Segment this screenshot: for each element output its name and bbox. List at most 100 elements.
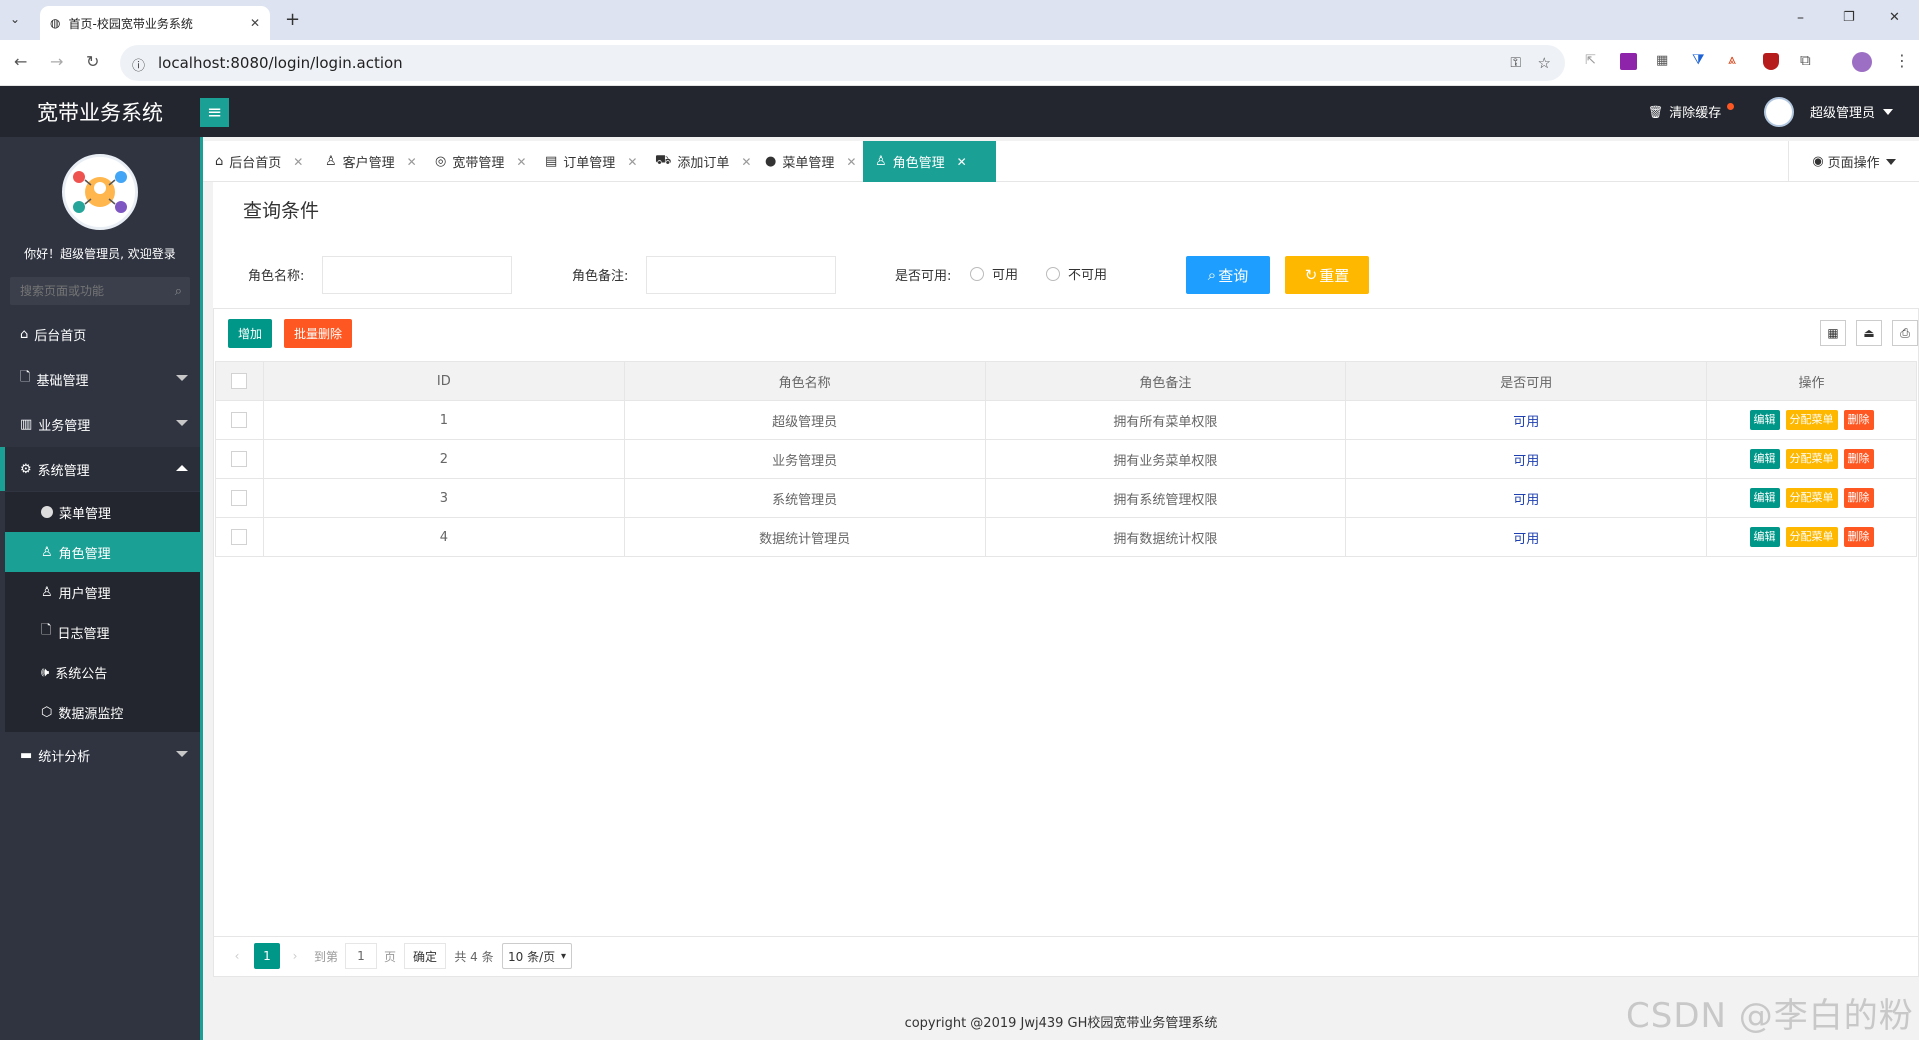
close-icon[interactable]: ✕ <box>627 155 637 169</box>
add-button[interactable]: 增加 <box>228 319 272 348</box>
page-1-button[interactable]: 1 <box>254 943 280 969</box>
columns-filter-icon[interactable]: ▦ <box>1820 320 1846 346</box>
tab-customer[interactable]: ♙ 客户管理 ✕ <box>313 141 429 182</box>
row-checkbox[interactable] <box>231 412 248 428</box>
tab-menu-manage[interactable]: ● 菜单管理 ✕ <box>753 141 868 182</box>
column-header[interactable]: 角色名称 <box>623 361 986 401</box>
goto-confirm-button[interactable]: 确定 <box>404 943 446 969</box>
table-row[interactable]: 4 数据统计管理员 拥有数据统计权限 可用 编辑 分配菜单 删除 <box>215 517 1917 557</box>
sidebar-search-input[interactable] <box>20 284 160 298</box>
batch-delete-button[interactable]: 批量删除 <box>284 319 352 348</box>
menu-toggle-button[interactable]: ≡ <box>200 98 229 127</box>
role-name-input[interactable] <box>322 256 512 294</box>
edit-button[interactable]: 编辑 <box>1749 410 1780 430</box>
sidebar-search[interactable]: ⌕ <box>10 277 190 305</box>
edit-button[interactable]: 编辑 <box>1749 527 1780 547</box>
extensions-puzzle-icon[interactable]: ⧉ <box>1800 53 1811 68</box>
extension-cursor-icon[interactable]: ⇱ <box>1585 54 1596 67</box>
radio-available[interactable]: 可用 <box>970 264 1018 283</box>
assign-menu-button[interactable]: 分配菜单 <box>1785 449 1838 469</box>
delete-button[interactable]: 删除 <box>1843 527 1874 547</box>
browser-menu-icon[interactable]: ⋮ <box>1894 53 1910 69</box>
column-header[interactable]: 是否可用 <box>1345 361 1708 401</box>
sidebar-item-statistics[interactable]: ▬ 统计分析 <box>0 733 200 777</box>
row-checkbox[interactable] <box>231 451 248 467</box>
assign-menu-button[interactable]: 分配菜单 <box>1785 410 1838 430</box>
goto-page-input[interactable]: 1 <box>345 943 377 969</box>
password-key-icon[interactable]: ⚿ <box>1510 55 1521 71</box>
close-icon[interactable]: ✕ <box>407 155 417 169</box>
close-icon[interactable]: ✕ <box>846 155 856 169</box>
column-header[interactable]: 角色备注 <box>984 361 1347 401</box>
role-remark-input[interactable] <box>646 256 836 294</box>
user-avatar[interactable] <box>1764 97 1794 127</box>
sidebar-sub-role-manage[interactable]: ♙ 角色管理 <box>5 532 200 572</box>
edit-button[interactable]: 编辑 <box>1749 488 1780 508</box>
row-checkbox[interactable] <box>231 490 248 506</box>
page-ops-menu[interactable]: ◉ 页面操作 <box>1788 141 1919 182</box>
close-icon[interactable]: ✕ <box>293 155 303 169</box>
page-size-select[interactable]: 10 条/页 ▾ <box>502 943 572 969</box>
export-icon[interactable]: ⏏ <box>1856 320 1882 346</box>
delete-button[interactable]: 删除 <box>1843 410 1874 430</box>
sidebar-item-home[interactable]: ⌂ 后台首页 <box>0 312 200 356</box>
sidebar-sub-user-manage[interactable]: ♙ 用户管理 <box>5 572 200 612</box>
print-icon[interactable]: ⎙ <box>1892 320 1918 346</box>
welcome-text: 你好！超级管理员, 欢迎登录 <box>24 247 176 261</box>
minimize-button[interactable]: – <box>1797 10 1804 26</box>
restore-button[interactable]: ❐ <box>1843 10 1855 25</box>
extension-red-icon[interactable]: ⩓ <box>1728 53 1736 67</box>
column-header[interactable]: ID <box>262 361 625 401</box>
close-icon[interactable]: ✕ <box>741 155 751 169</box>
delete-button[interactable]: 删除 <box>1843 488 1874 508</box>
bookmark-star-icon[interactable]: ☆ <box>1538 54 1551 72</box>
tab-home[interactable]: ⌂ 后台首页 ✕ <box>203 141 315 182</box>
sidebar-item-business[interactable]: ▥ 业务管理 <box>0 402 200 446</box>
extension-rp-icon[interactable] <box>1620 53 1637 70</box>
address-bar[interactable]: ⓘ localhost:8080/login/login.action ⚿ ☆ <box>120 45 1565 81</box>
tab-add-order[interactable]: ⛟ 添加订单 ✕ <box>643 141 763 182</box>
browser-tab[interactable]: ◍ 首页-校园宽带业务系统 ✕ <box>40 6 270 40</box>
reset-button[interactable]: ↻ 重置 <box>1285 256 1369 294</box>
sidebar-sub-menu-manage[interactable]: 菜单管理 <box>5 492 200 532</box>
prev-page-icon[interactable]: ‹ <box>227 943 247 969</box>
close-tab-icon[interactable]: ✕ <box>250 16 260 30</box>
profile-avatar-icon[interactable] <box>1852 52 1872 72</box>
next-page-icon[interactable]: › <box>285 943 305 969</box>
table-row[interactable]: 1 超级管理员 拥有所有菜单权限 可用 编辑 分配菜单 删除 <box>215 400 1917 440</box>
tab-list-chevron-icon[interactable]: ⌄ <box>10 12 20 26</box>
tab-broadband[interactable]: ◎ 宽带管理 ✕ <box>423 141 538 182</box>
reload-icon[interactable]: ↻ <box>86 54 99 70</box>
table-row[interactable]: 2 业务管理员 拥有业务菜单权限 可用 编辑 分配菜单 删除 <box>215 439 1917 479</box>
sidebar-sub-notice[interactable]: 🕪 系统公告 <box>5 652 200 692</box>
delete-button[interactable]: 删除 <box>1843 449 1874 469</box>
edit-button[interactable]: 编辑 <box>1749 449 1780 469</box>
clear-cache-button[interactable]: 🗑 清除缓存 <box>1648 102 1735 121</box>
sidebar-sub-datasource[interactable]: ⬡ 数据源监控 <box>5 692 200 732</box>
sidebar-item-basic[interactable]: 🗋 基础管理 <box>0 357 200 401</box>
extension-game-icon[interactable]: ▦ <box>1656 54 1668 67</box>
tab-role-manage[interactable]: ♙ 角色管理 ✕ <box>863 141 996 182</box>
close-window-button[interactable]: ✕ <box>1889 10 1900 25</box>
extension-layers-icon[interactable]: ⧩ <box>1692 53 1705 67</box>
close-icon[interactable]: ✕ <box>516 155 526 169</box>
assign-menu-button[interactable]: 分配菜单 <box>1785 488 1838 508</box>
sidebar-sub-log-manage[interactable]: 🗋 日志管理 <box>5 612 200 652</box>
close-icon[interactable]: ✕ <box>957 155 967 169</box>
row-checkbox[interactable] <box>231 529 248 545</box>
back-icon[interactable]: ← <box>14 54 27 70</box>
search-icon[interactable]: ⌕ <box>175 284 182 299</box>
user-menu[interactable]: 超级管理员 <box>1810 102 1894 121</box>
new-tab-button[interactable]: + <box>285 9 300 30</box>
radio-unavailable[interactable]: 不可用 <box>1046 264 1107 283</box>
assign-menu-button[interactable]: 分配菜单 <box>1785 527 1838 547</box>
site-info-icon[interactable]: ⓘ <box>132 55 145 74</box>
sidebar-item-system[interactable]: ⚙ 系统管理 <box>0 447 200 491</box>
table-row[interactable]: 3 系统管理员 拥有系统管理权限 可用 编辑 分配菜单 删除 <box>215 478 1917 518</box>
ublock-icon[interactable] <box>1763 53 1779 70</box>
search-button[interactable]: ⌕ 查询 <box>1186 256 1270 294</box>
forward-icon[interactable]: → <box>50 54 63 70</box>
watermark: CSDN @李白的粉 <box>1626 996 1914 1036</box>
tab-order[interactable]: ▤ 订单管理 ✕ <box>533 141 649 182</box>
select-all-checkbox[interactable] <box>231 373 248 389</box>
